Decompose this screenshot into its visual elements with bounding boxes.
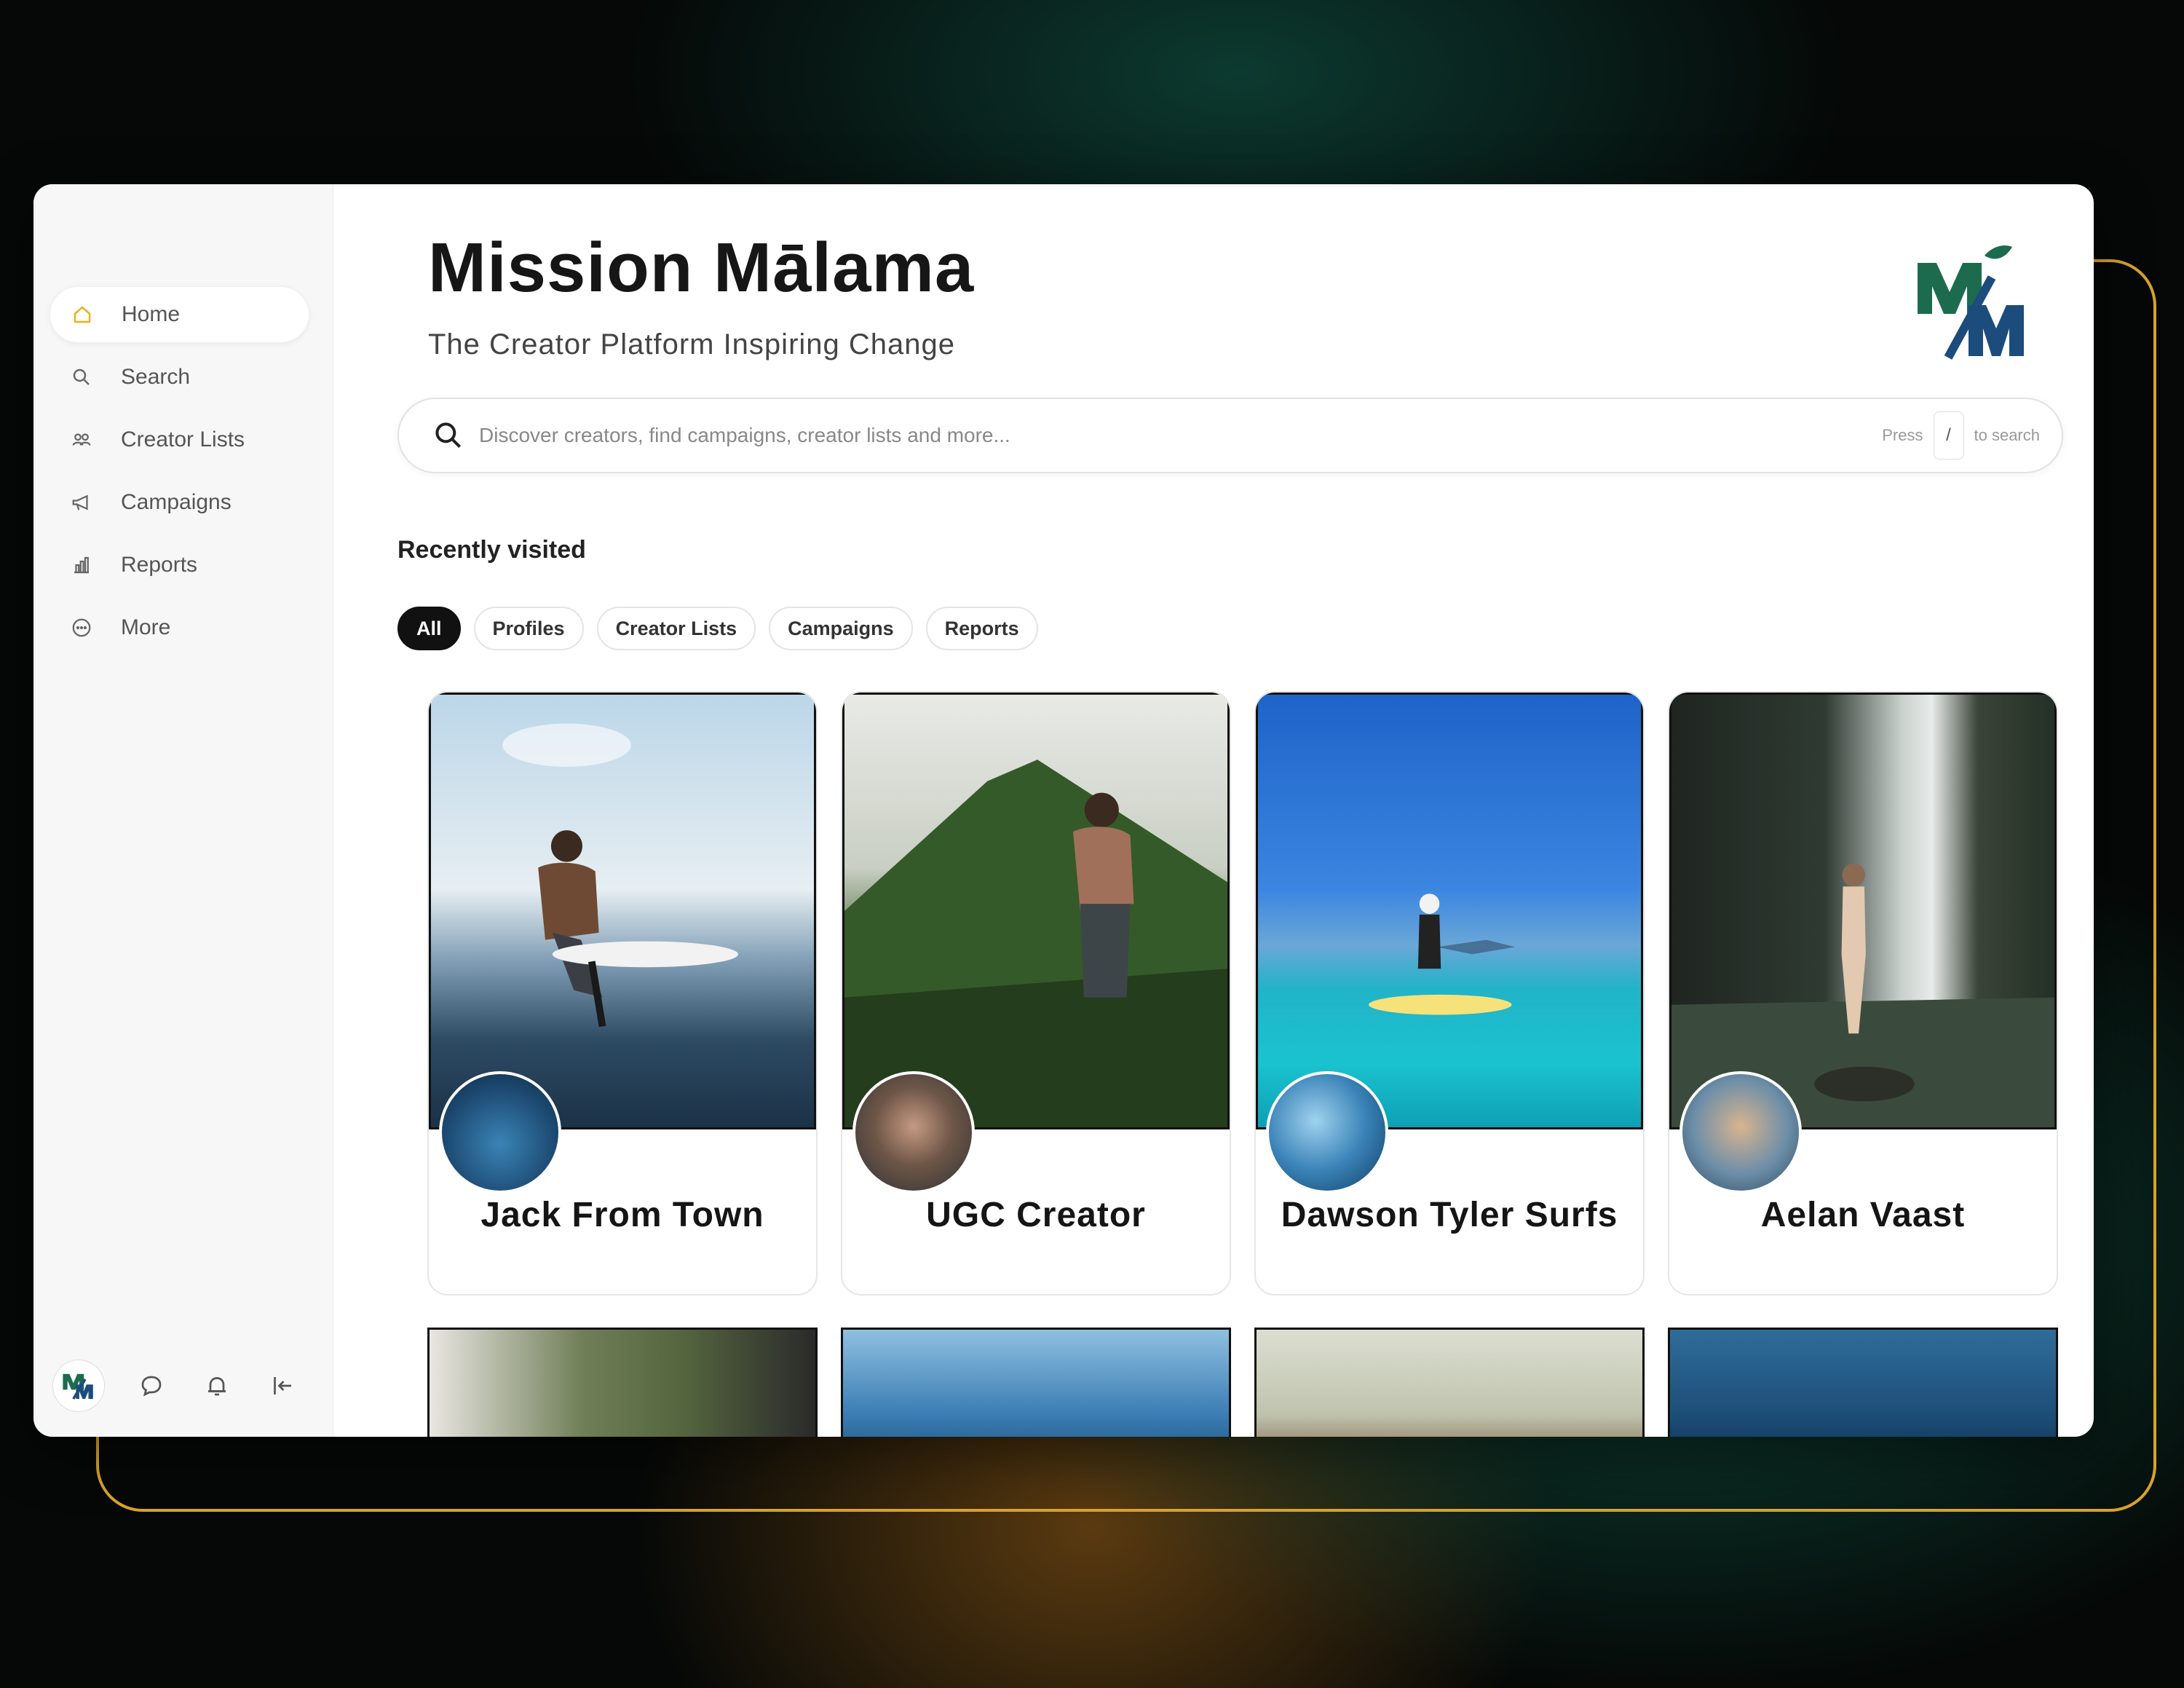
app-window: Home Search Creator Lists Campaigns Repo… [33,184,2094,1437]
collapse-icon[interactable] [261,1364,304,1408]
creator-card-partial[interactable] [841,1328,1231,1437]
users-icon [67,425,96,454]
bar-chart-icon [67,551,96,580]
sidebar-item-label: Reports [121,553,198,577]
filter-chip-campaigns[interactable]: Campaigns [769,607,913,650]
sidebar-item-campaigns[interactable]: Campaigns [50,474,309,531]
creator-cover-photo [429,693,816,1129]
sidebar-item-creator-lists[interactable]: Creator Lists [50,411,309,468]
sidebar-item-label: Campaigns [121,490,232,514]
creator-card[interactable]: Aelan Vaast [1668,691,2058,1295]
megaphone-icon [67,488,96,517]
filter-chip-creator-lists[interactable]: Creator Lists [596,607,756,650]
more-icon [67,613,96,642]
sidebar-footer [52,1360,326,1412]
global-search-bar[interactable]: Press / to search [397,398,2063,473]
creator-avatar [439,1071,561,1194]
sidebar-item-more[interactable]: More [50,599,309,656]
creator-card[interactable]: UGC Creator [841,691,1231,1295]
page-subtitle: The Creator Platform Inspiring Change [428,328,955,360]
creator-name: Aelan Vaast [1760,1196,1966,1234]
creator-avatar [852,1071,975,1194]
sidebar-item-label: Home [122,302,181,326]
filter-chip-profiles[interactable]: Profiles [473,607,584,650]
hint-key: / [1933,411,1964,460]
recent-cards-grid: Jack From Town UGC Creator Dawson Tyler … [427,691,2071,1437]
creator-card-partial[interactable] [427,1328,818,1437]
creator-card[interactable]: Jack From Town [427,691,818,1295]
sidebar-item-search[interactable]: Search [50,349,309,406]
chat-icon[interactable] [130,1364,173,1408]
search-icon [67,363,96,392]
sidebar-item-label: More [121,615,171,639]
creator-card[interactable]: Dawson Tyler Surfs [1254,691,1645,1295]
hint-press-text: Press [1882,426,1923,444]
creator-name: Jack From Town [480,1196,764,1234]
hint-suffix-text: to search [1974,426,2041,444]
bell-icon[interactable] [195,1364,239,1408]
sidebar-item-label: Search [121,365,191,389]
recently-visited-title: Recently visited [397,536,586,564]
search-icon [435,422,462,449]
sidebar-item-reports[interactable]: Reports [50,537,309,593]
creator-avatar [1679,1071,1802,1194]
creator-cover-photo [842,693,1230,1129]
creator-card-partial[interactable] [1254,1328,1645,1437]
creator-name: Dawson Tyler Surfs [1281,1196,1618,1234]
creator-cover-photo [1256,693,1643,1129]
sidebar-item-home[interactable]: Home [50,286,309,343]
sidebar: Home Search Creator Lists Campaigns Repo… [33,184,333,1437]
home-icon [68,300,97,329]
brand-logo [1918,245,2024,360]
creator-name: UGC Creator [926,1196,1146,1234]
creator-avatar [1266,1071,1388,1194]
creator-cover-photo [1669,693,2057,1129]
search-shortcut-hint: Press / to search [1882,411,2040,460]
filter-chip-all[interactable]: All [397,607,461,650]
sidebar-item-label: Creator Lists [121,427,245,451]
filter-chip-reports[interactable]: Reports [925,607,1038,650]
filter-chips: All Profiles Creator Lists Campaigns Rep… [397,607,2063,650]
user-avatar-logo[interactable] [52,1360,105,1412]
page-title: Mission Mālama [428,229,975,307]
search-input[interactable] [479,424,1883,447]
creator-card-partial[interactable] [1668,1328,2058,1437]
